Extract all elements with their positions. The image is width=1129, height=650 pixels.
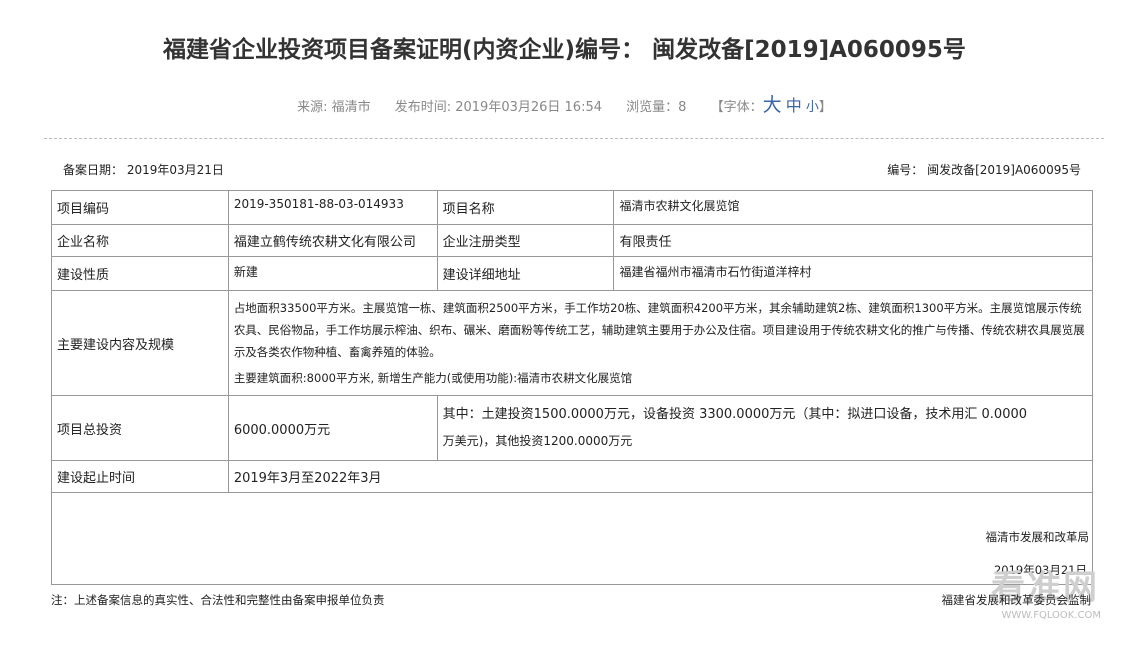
nature-label: 建设性质 — [51, 256, 229, 291]
content-cell: 占地面积33500平方米。主展览馆一栋、建筑面积2500平方米，手工作坊20栋、… — [227, 290, 1094, 396]
font-size-control: 【字体：大 中 小】 — [710, 94, 832, 116]
nature-value: 新建 — [227, 256, 438, 291]
article-meta: 来源: 福清市 发布时间: 2019年03月26日 16:54 浏览量：8 【字… — [0, 90, 1129, 117]
supervisor-note: 福建省发展和改革委员会监制 — [941, 593, 1092, 607]
signature-cell — [51, 492, 1093, 585]
project-name-value: 福清市农耕文化展览馆 — [613, 190, 1093, 225]
page-title: 福建省企业投资项目备案证明(内资企业)编号： 闽发改备[2019]A060095… — [163, 37, 966, 63]
record-date: 备案日期： 2019年03月21日 — [63, 163, 224, 177]
watermark-url: WWW.FQLOOK.COM — [1001, 610, 1102, 621]
address-value: 福建省福州市福清市石竹街道洋梓村 — [613, 256, 1093, 291]
code-label: 项目编码 — [51, 190, 229, 225]
company-value: 福建立鹤传统农耕文化有限公司 — [227, 224, 438, 257]
source-text: 来源: 福清市 — [297, 100, 371, 115]
font-big-button[interactable]: 大 — [763, 94, 782, 116]
table-row — [51, 492, 1093, 585]
record-number: 编号： 闽发改备[2019]A060095号 — [887, 163, 1081, 177]
view-count: 浏览量：8 — [626, 100, 687, 115]
table-row: 项目总投资 6000.0000万元 其中：土建投资1500.0000万元，设备投… — [51, 395, 1094, 461]
company-label: 企业名称 — [51, 224, 229, 257]
code-value: 2019-350181-88-03-014933 — [227, 190, 438, 225]
table-row: 企业名称 福建立鹤传统农耕文化有限公司 企业注册类型 有限责任 — [51, 224, 1093, 257]
investment-detail: 其中：土建投资1500.0000万元，设备投资 3300.0000万元（其中：拟… — [436, 395, 1094, 461]
company-type-value: 有限责任 — [613, 224, 1093, 257]
footer-note: 注：上述备案信息的真实性、合法性和完整性由备案申报单位负责 — [51, 593, 385, 607]
table-row: 主要建设内容及规模 占地面积33500平方米。主展览馆一栋、建筑面积2500平方… — [51, 290, 1094, 396]
investment-value: 6000.0000万元 — [227, 395, 438, 461]
dashed-divider — [44, 138, 1104, 139]
period-label: 建设起止时间 — [51, 460, 229, 493]
content-description: 占地面积33500平方米。主展览馆一栋、建筑面积2500平方米，手工作坊20栋、… — [233, 301, 1085, 359]
filing-table: 项目编码 2019-350181-88-03-014933 项目名称 福清市农耕… — [51, 190, 1094, 585]
content-sub: 主要建筑面积:8000平方米, 新增生产能力(或使用功能):福清市农耕文化展览馆 — [233, 371, 633, 385]
period-value: 2019年3月至2022年3月 — [227, 460, 1094, 493]
address-label: 建设详细地址 — [436, 256, 615, 291]
publish-time: 发布时间: 2019年03月26日 16:54 — [394, 100, 602, 115]
project-name-label: 项目名称 — [436, 190, 615, 225]
font-small-button[interactable]: 小 — [806, 100, 819, 115]
table-row: 建设起止时间 2019年3月至2022年3月 — [51, 460, 1094, 493]
font-mid-button[interactable]: 中 — [786, 96, 802, 115]
investment-label: 项目总投资 — [51, 395, 229, 461]
issuing-authority: 福清市发展和改革局 — [985, 530, 1090, 544]
table-row: 项目编码 2019-350181-88-03-014933 项目名称 福清市农耕… — [51, 190, 1093, 225]
table-row: 建设性质 新建 建设详细地址 福建省福州市福清市石竹街道洋梓村 — [51, 256, 1093, 291]
company-type-label: 企业注册类型 — [436, 224, 615, 257]
content-label: 主要建设内容及规模 — [51, 290, 229, 396]
